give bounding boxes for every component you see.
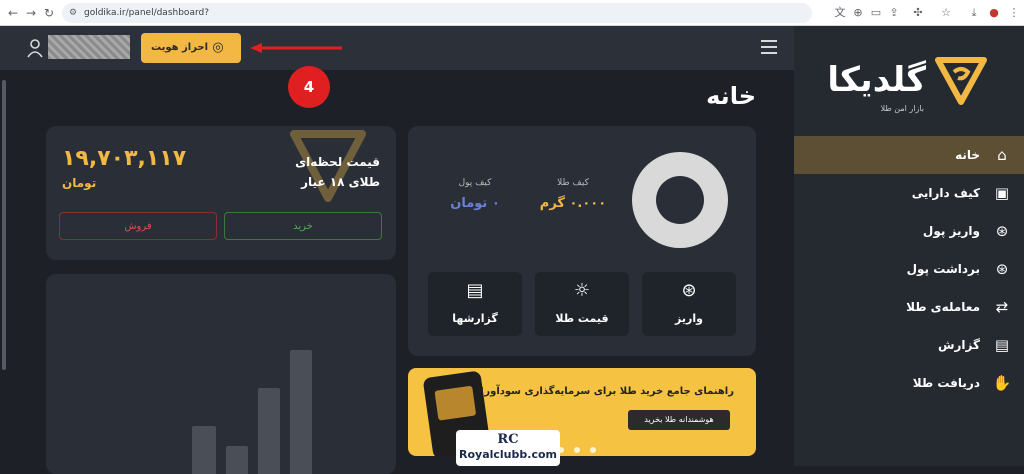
money-out-icon: ⊛ [995,260,1009,278]
reports-tile-button[interactable]: ▤ گزارشها [428,272,522,336]
gold-price-icon: ☼ [573,280,591,301]
sidebar-item-receive-gold[interactable]: ✋ دریافت طلا [794,364,1024,402]
money-in-icon: ⊛ [995,222,1009,240]
gold-price-value: ۱۹,۷۰۳,۱۱۷ [62,146,187,171]
gold-wallet-label: کیف طلا [557,178,589,188]
gold-wallet-value: ۰.۰۰۰ گرم [539,196,607,211]
extensions-icon[interactable]: ✣ [910,5,926,21]
profile-avatar-icon[interactable]: ● [986,5,1002,21]
menu-dots-icon[interactable]: ⋮ [1006,5,1022,21]
deposit-icon: ⊛ [681,280,697,301]
sidebar-item-report[interactable]: ▤ گزارش [794,326,1024,364]
sidebar-item-label: واریز پول [922,224,980,238]
buy-button[interactable]: خرید [224,212,382,240]
wallet-icon: ▣ [994,184,1010,202]
brand-logo[interactable]: گلدیکا بازار امن طلا [818,48,988,120]
chart-bar [192,426,216,474]
sidebar-item-label: دریافت طلا [912,376,980,390]
sell-button[interactable]: فروش [59,212,217,240]
chart-bar [258,388,280,474]
sidebar-item-label: گزارش [937,338,980,352]
home-icon: ⌂ [997,146,1007,164]
chart-bar [290,350,312,474]
sidebar-item-label: کیف دارایی [911,186,980,200]
download-icon[interactable]: ⤓ [966,5,982,21]
tile-label: واریز [675,312,703,325]
receive-icon: ✋ [992,374,1012,392]
watermark-logo: RC [497,432,519,447]
tile-label: گزارشها [452,312,498,325]
live-gold-price-card: قیمت لحظه‌ای طلای ۱۸ عیار ۱۹,۷۰۳,۱۱۷ توم… [46,126,396,260]
page-title: خانه [706,82,756,110]
translate-icon[interactable]: 文 [832,5,848,21]
bookmark-star-icon[interactable]: ☆ [938,5,954,21]
fingerprint-icon: ◎ [212,40,224,55]
logo-text: گلدیکا [827,60,926,100]
back-icon[interactable]: ← [4,4,22,22]
forward-icon[interactable]: → [22,4,40,22]
carousel-dots[interactable] [558,438,606,456]
cast-icon[interactable]: ▭ [868,5,884,21]
annotation-step-badge: 4 [288,66,330,108]
sidebar-item-deposit-money[interactable]: ⊛ واریز پول [794,212,1024,250]
gold-price-tile-button[interactable]: ☼ قیمت طلا [535,272,629,336]
watermark-site: Royalclubb.com [459,448,557,461]
price-chart-card [46,274,396,474]
identity-verification-button[interactable]: احراز هویت ◎ [141,33,241,63]
sidebar-item-label: خانه [955,148,980,162]
tile-label: قیمت طلا [555,312,609,325]
reload-icon[interactable]: ↻ [40,4,58,22]
price-title: قیمت لحظه‌ای طلای ۱۸ عیار [295,152,380,192]
money-wallet-value: ۰ تومان [450,196,500,211]
sidebar-item-label: برداشت پول [906,262,980,276]
asset-donut-chart [632,152,728,248]
banner-cta-button[interactable]: هوشمندانه طلا بخرید [628,410,730,430]
report-icon: ▤ [994,336,1010,354]
topbar: احراز هویت ◎ [0,26,794,70]
menu-toggle-icon[interactable] [761,40,777,54]
price-title-line2: طلای ۱۸ عیار [301,175,380,189]
reports-icon: ▤ [466,280,484,301]
zoom-icon[interactable]: ⊕ [850,5,866,21]
sidebar-item-label: معامله‌ی طلا [906,300,980,314]
sidebar-item-withdraw-money[interactable]: ⊛ برداشت پول [794,250,1024,288]
gold-price-unit: تومان [62,176,97,190]
carousel-dot[interactable] [574,447,580,453]
chart-bar [226,446,248,474]
sidebar: گلدیکا بازار امن طلا ⌂ خانه ▣ کیف دارایی… [794,26,1024,466]
deposit-tile-button[interactable]: ⊛ واریز [642,272,736,336]
banner-headline: راهنمای جامع خرید طلا برای سرمایه‌گذاری … [479,386,734,397]
annotation-arrow-icon [250,43,342,53]
share-icon[interactable]: ⇪ [886,5,902,21]
donut-hole [656,176,704,224]
site-info-icon[interactable]: ⚙ [69,3,77,23]
money-wallet-label: کیف پول [458,178,492,188]
address-bar[interactable]: ⚙ goldika.ir/panel/dashboard? [62,3,812,23]
user-name-redacted [48,35,130,59]
site-watermark: RC Royalclubb.com [456,430,560,466]
kyc-button-label: احراز هویت [151,42,209,53]
phone-screen-image [434,385,477,421]
url-text: goldika.ir/panel/dashboard? [84,8,209,18]
sidebar-item-gold-trade[interactable]: ⇄ معامله‌ی طلا [794,288,1024,326]
logo-mark-icon [935,57,987,105]
sidebar-item-home[interactable]: ⌂ خانه [794,136,1024,174]
user-icon[interactable] [26,38,44,58]
carousel-dot[interactable] [590,447,596,453]
trade-icon: ⇄ [995,298,1009,316]
page-scrollbar[interactable] [2,80,6,370]
sidebar-item-wallet[interactable]: ▣ کیف دارایی [794,174,1024,212]
browser-toolbar: ← → ↻ ⚙ goldika.ir/panel/dashboard? 文 ⊕ … [0,0,1024,26]
price-title-line1: قیمت لحظه‌ای [295,155,380,169]
wallet-summary-card: کیف طلا ۰.۰۰۰ گرم کیف پول ۰ تومان ⊛ واری… [408,126,756,356]
logo-tagline: بازار امن طلا [880,104,924,113]
